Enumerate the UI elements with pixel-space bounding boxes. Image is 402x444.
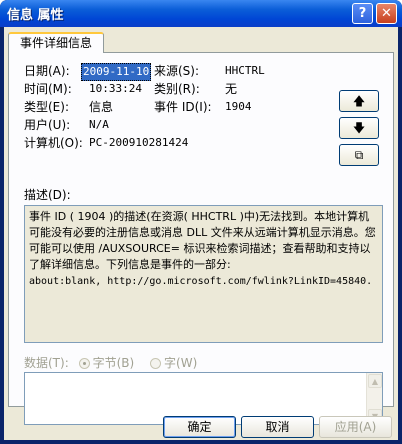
close-button[interactable]: ✕ (376, 3, 397, 24)
date-label: 日期(A): (24, 64, 70, 78)
ok-button[interactable]: 确定 (163, 416, 236, 438)
description-links: about:blank, http://go.microsoft.com/fwl… (29, 276, 373, 287)
user-value: N/A (89, 118, 109, 131)
close-icon: ✕ (381, 6, 392, 21)
radio-words-dot (150, 358, 162, 369)
date-value[interactable]: 2009-11-10 (81, 63, 152, 81)
category-value: 无 (225, 82, 238, 96)
apply-button[interactable]: 应用(A) (319, 416, 392, 438)
cancel-button[interactable]: 取消 (241, 416, 314, 438)
description-label: 描述(D): (24, 188, 71, 202)
source-label: 来源(S): (154, 64, 200, 78)
title-bar[interactable]: 信息 属性 ? ✕ (0, 0, 402, 27)
radio-bytes-label: 字节(B) (92, 356, 135, 370)
event-id-value: 1904 (225, 100, 252, 113)
radio-bytes[interactable]: 字节(B) (78, 356, 135, 370)
data-label: 数据(T): (24, 356, 69, 370)
radio-words-label: 字(W) (164, 356, 198, 370)
window-title: 信息 属性 (7, 8, 64, 23)
description-box[interactable]: 事件 ID ( 1904 )的描述(在资源( HHCTRL )中)无法找到。本地… (24, 205, 383, 343)
previous-event-button[interactable]: 🡅 (339, 90, 379, 112)
user-label: 用户(U): (24, 118, 71, 132)
time-value: 10:33:24 (89, 82, 142, 95)
type-label: 类型(E): (24, 100, 69, 114)
description-text: 事件 ID ( 1904 )的描述(在资源( HHCTRL )中)无法找到。本地… (29, 209, 378, 290)
category-label: 类别(R): (154, 82, 200, 96)
tab-event-details[interactable]: 事件详细信息 (8, 32, 104, 53)
type-value: 信息 (89, 100, 114, 114)
event-id-label: 事件 ID(I): (154, 100, 212, 114)
computer-value: PC-200910281424 (89, 136, 189, 149)
dialog-client: 事件详细信息 日期(A): 2009-11-10 来源(S): HHCTRL 时… (4, 27, 398, 440)
properties-window: 信息 属性 ? ✕ 事件详细信息 日期(A): 2009-11-10 来源(S)… (0, 0, 402, 444)
scroll-up-icon[interactable]: ▲ (368, 374, 382, 388)
arrow-down-icon: 🡇 (352, 121, 366, 135)
tab-panel: 日期(A): 2009-11-10 来源(S): HHCTRL 时间(M): 1… (8, 52, 394, 425)
next-event-button[interactable]: 🡇 (339, 117, 379, 139)
copy-icon: ⧉ (354, 148, 364, 162)
help-icon: ? (358, 6, 367, 21)
source-value: HHCTRL (225, 64, 265, 77)
data-format-row: 数据(T): 字节(B) 字(W) (24, 354, 197, 371)
time-label: 时间(M): (24, 82, 72, 96)
radio-words[interactable]: 字(W) (150, 356, 197, 370)
description-line: 事件 ID ( 1904 )的描述(在资源( HHCTRL )中)无法找到。本地… (29, 210, 376, 271)
arrow-up-icon: 🡅 (352, 94, 366, 108)
radio-bytes-dot (78, 358, 90, 369)
help-button[interactable]: ? (352, 3, 373, 24)
computer-label: 计算机(O): (24, 136, 83, 150)
copy-button[interactable]: ⧉ (339, 144, 379, 166)
